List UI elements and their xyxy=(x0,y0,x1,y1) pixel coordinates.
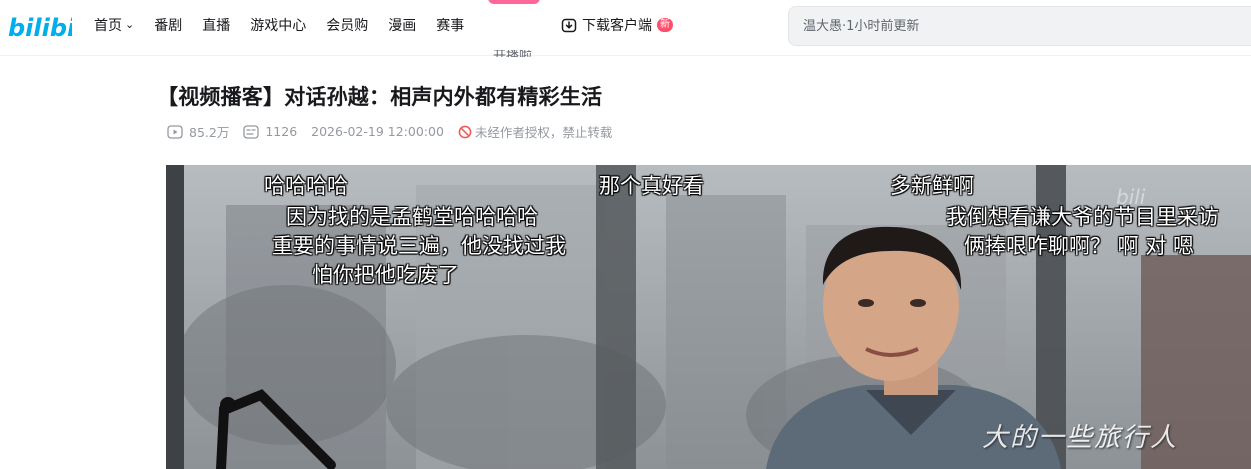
download-client-label: 下载客户端 xyxy=(582,18,652,34)
main-nav: 首页 ⌄ 番剧 直播 游戏中心 会员购 漫画 赛事 xyxy=(94,0,484,50)
video-meta: 85.2万 1126 2026-02-19 12:00:00 未经作者授权，禁止… xyxy=(167,122,612,141)
nav-start-live-label[interactable]: 开播啦 xyxy=(493,50,532,57)
nav-home[interactable]: 首页 ⌄ xyxy=(94,15,134,35)
nav-game-center-label: 游戏中心 xyxy=(250,18,307,34)
nav-manga-label: 漫画 xyxy=(388,18,417,34)
danmaku-comment: 我倒想看谦大爷的节目里采访 xyxy=(946,205,1219,229)
live-event-tag[interactable] xyxy=(488,0,540,4)
danmaku-comment: 哈哈哈哈 xyxy=(264,174,348,198)
new-badge: 新 xyxy=(657,18,673,32)
nav-anime-label: 番剧 xyxy=(154,18,183,34)
signature-watermark: 大的一些旅行人 xyxy=(982,423,1179,453)
danmaku-comment: 多新鲜啊 xyxy=(890,174,974,198)
danmaku-comment: 俩捧哏咋聊啊？ 啊 对 嗯 xyxy=(964,234,1195,258)
publish-datetime: 2026-02-19 12:00:00 xyxy=(311,124,444,139)
bilibili-logo[interactable]: bilibili xyxy=(8,10,72,42)
nav-esports[interactable]: 赛事 xyxy=(436,15,464,35)
danmaku-icon xyxy=(243,124,259,139)
danmaku-comment: 那个真好看 xyxy=(599,174,704,198)
video-title: 【视频播客】对话孙越：相声内外都有精彩生活 xyxy=(157,85,603,109)
nav-anime[interactable]: 番剧 xyxy=(154,15,182,35)
danmaku-comment: 怕你把他吃废了 xyxy=(312,263,459,287)
top-header: bilibili 首页 ⌄ 番剧 直播 游戏中心 会员购 漫画 赛事 开播啦 下… xyxy=(0,0,1251,57)
danmaku-comment: 因为找的是孟鹤堂哈哈哈哈 xyxy=(286,205,538,229)
danmaku-count: 1126 xyxy=(265,124,298,139)
copyright-notice: 未经作者授权，禁止转载 xyxy=(474,125,613,140)
chevron-down-icon: ⌄ xyxy=(125,17,135,31)
nav-manga[interactable]: 漫画 xyxy=(388,15,416,35)
nav-game-center[interactable]: 游戏中心 xyxy=(250,15,306,35)
nav-member-shop-label: 会员购 xyxy=(326,18,369,34)
search-bar[interactable] xyxy=(788,6,1251,46)
download-client-button[interactable]: 下载客户端 新 xyxy=(561,15,673,35)
nav-live[interactable]: 直播 xyxy=(202,15,230,35)
nav-home-label: 首页 xyxy=(94,18,122,34)
nav-member-shop[interactable]: 会员购 xyxy=(326,15,368,35)
nav-live-label: 直播 xyxy=(202,18,231,34)
nav-esports-label: 赛事 xyxy=(436,18,465,34)
svg-text:bilibili: bilibili xyxy=(8,14,72,42)
danmaku-comment: 重要的事情说三遍，他没找过我 xyxy=(272,234,566,258)
no-reprint-icon xyxy=(458,125,472,138)
play-count-icon xyxy=(167,124,183,139)
view-count: 85.2万 xyxy=(189,125,230,140)
video-player[interactable]: bili 哈哈哈哈 因为找的是孟鹤堂哈哈哈哈 重要的事情说三遍，他没找过我 怕你… xyxy=(166,165,1251,469)
search-input[interactable] xyxy=(803,7,1243,45)
download-icon xyxy=(561,18,577,33)
